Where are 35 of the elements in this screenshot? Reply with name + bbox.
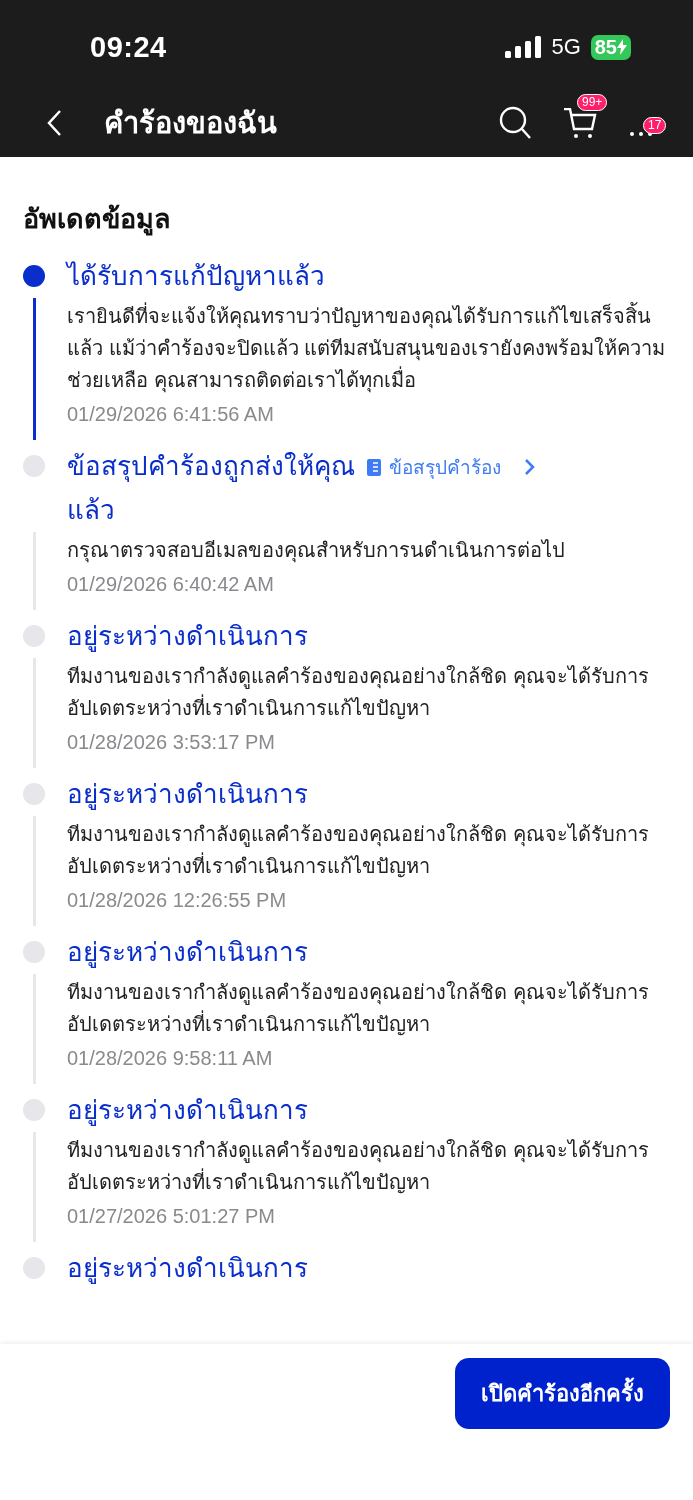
page-title: คำร้องของฉัน — [104, 105, 278, 141]
update-description: เรายินดีที่จะแจ้งให้คุณทราบว่าปัญหาของคุณได้รับการแก้ไขเสร็จสิ้นแล้ว แม้ว่าคำร้องจะปิดแล้ว แต่ทีมสนับสนุนของเรายังคงพร้อมให้ความช่วยเหลือ คุณสามารถติดต่อเราได้ทุกเมื่อ — [67, 300, 670, 396]
update-description: ทีมงานของเรากำลังดูแลคำร้องของคุณอย่างใกล้ชิด คุณจะได้รับการอัปเดตระหว่างที่เราดำเนินการแก้ไขปัญหา — [67, 664, 650, 722]
update-title: ข้อสรุปคำร้องถูกส่งให้คุณแล้ว — [67, 450, 356, 527]
signal-icon — [505, 36, 542, 58]
back-icon[interactable] — [46, 108, 62, 137]
network-label: 5G — [551, 34, 581, 60]
section-title: อัพเดตข้อมูล — [23, 203, 172, 238]
update-title: อยู่ระหว่างดำเนินการ — [67, 1094, 309, 1128]
search-icon[interactable] — [499, 105, 531, 140]
update-description: ทีมงานของเรากำลังดูแลคำร้องของคุณอย่างใกล้ชิด คุณจะได้รับการอัปเดตระหว่างที่เราดำเนินการแก้ไขปัญหา — [67, 1138, 650, 1196]
clock-time: 09:24 — [90, 30, 168, 64]
update-timestamp: 01/28/2026 3:53:17 PM — [67, 730, 276, 755]
battery-indicator: 85 — [590, 34, 631, 60]
summary-link[interactable]: ข้อสรุปคำร้อง — [367, 452, 537, 482]
document-icon — [367, 458, 381, 476]
reopen-button[interactable]: เปิดคำร้องอีกครั้ง — [455, 1358, 670, 1429]
update-title: อยู่ระหว่างดำเนินการ — [67, 620, 309, 654]
update-title: ได้รับการแก้ปัญหาแล้ว — [67, 260, 326, 293]
notification-badge: 17 — [643, 117, 667, 134]
update-description: ทีมงานของเรากำลังดูแลคำร้องของคุณอย่างใกล้ชิด คุณจะได้รับการอัปเดตระหว่างที่เราดำเนินการแก้ไขปัญหา — [67, 822, 650, 880]
update-timestamp: 01/28/2026 12:26:55 PM — [67, 888, 288, 913]
update-timestamp: 01/27/2026 5:01:27 PM — [67, 1204, 276, 1229]
more-icon[interactable] — [629, 131, 653, 137]
update-title: อยู่ระหว่างดำเนินการ — [67, 1252, 309, 1286]
update-timestamp: 01/29/2026 6:40:42 AM — [67, 572, 275, 597]
cart-button[interactable] — [563, 107, 599, 138]
update-description: กรุณาตรวจสอบอีเมลของคุณสำหรับการนดำเนินการต่อไป — [67, 538, 566, 565]
update-title: อยู่ระหว่างดำเนินการ — [67, 936, 309, 970]
update-description: ทีมงานของเรากำลังดูแลคำร้องของคุณอย่างใกล้ชิด คุณจะได้รับการอัปเดตระหว่างที่เราดำเนินการแก้ไขปัญหา — [67, 980, 650, 1038]
update-timestamp: 01/28/2026 9:58:11 AM — [67, 1046, 274, 1071]
update-title: อยู่ระหว่างดำเนินการ — [67, 778, 309, 812]
chevron-right-icon — [523, 457, 537, 477]
update-timestamp: 01/29/2026 6:41:56 AM — [67, 402, 275, 427]
notification-badge: 99+ — [577, 93, 608, 111]
